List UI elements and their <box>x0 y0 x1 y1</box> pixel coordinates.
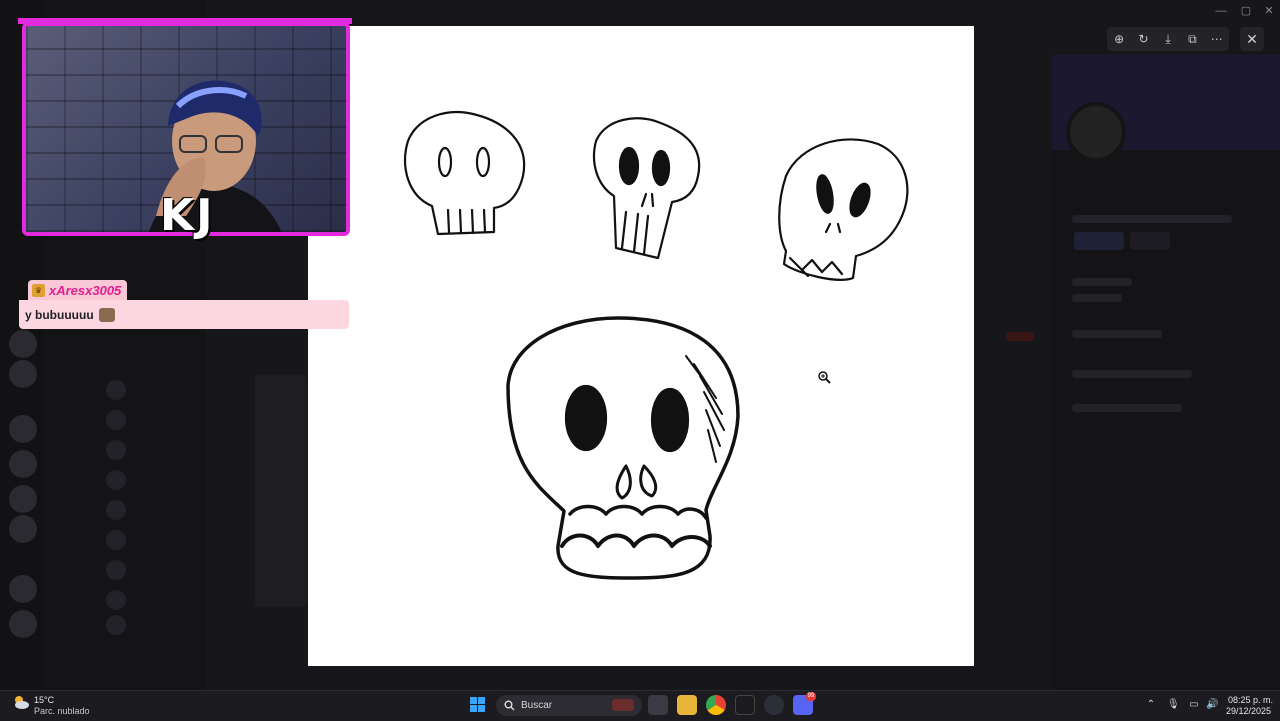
folder-icon[interactable] <box>677 695 697 715</box>
server-icon[interactable] <box>9 415 37 443</box>
taskbar-search[interactable]: Buscar <box>496 695 642 716</box>
search-icon <box>504 700 515 711</box>
crown-badge-icon: ♛ <box>32 283 45 297</box>
weather-temperature[interactable]: 15°C <box>34 695 54 705</box>
server-icon[interactable] <box>9 610 37 638</box>
skull-sketch-3 <box>778 138 909 281</box>
chat-username: xAresx3005 <box>49 282 122 298</box>
skull-drawing-image <box>404 111 909 580</box>
dm-avatar[interactable] <box>106 410 126 430</box>
viewer-toolbar: ⊕ ↻ ⤓ ⧉ ⋯ <box>1107 27 1229 51</box>
profile-text <box>1072 294 1122 302</box>
discord-icon[interactable]: 99 <box>793 692 816 715</box>
profile-text <box>1072 404 1182 412</box>
clock-time[interactable]: 08:25 p. m. <box>1228 695 1273 705</box>
volume-icon[interactable]: 🔊 <box>1206 699 1218 711</box>
dm-avatar[interactable] <box>106 500 126 520</box>
emote-icon <box>98 307 115 322</box>
minimize-icon[interactable]: — <box>1214 4 1228 18</box>
chat-message: y bubuuuuu <box>19 300 349 329</box>
dm-avatar[interactable] <box>106 380 126 400</box>
streamer-initials: KJ <box>160 190 215 241</box>
server-icon[interactable] <box>9 575 37 603</box>
image-viewer[interactable] <box>308 26 974 666</box>
microphone-icon[interactable]: 🎙 <box>1167 699 1180 711</box>
profile-action-button[interactable] <box>1074 232 1124 250</box>
profile-avatar <box>1066 102 1126 162</box>
more-icon[interactable]: ⋯ <box>1207 29 1227 49</box>
close-icon[interactable]: ✕ <box>1240 27 1264 51</box>
zoom-cursor-icon <box>818 371 831 384</box>
notification-pill <box>1006 332 1034 341</box>
open-external-icon[interactable]: ⧉ <box>1182 29 1202 49</box>
window-close-icon[interactable]: ✕ <box>1262 4 1276 18</box>
maximize-icon[interactable]: ▢ <box>1239 4 1253 18</box>
terminal-icon[interactable] <box>735 695 755 715</box>
clock-date[interactable]: 29/12/2025 <box>1226 706 1271 716</box>
server-icon[interactable] <box>9 515 37 543</box>
start-icon[interactable] <box>470 697 486 713</box>
download-icon[interactable]: ⤓ <box>1158 29 1178 49</box>
dm-avatar[interactable] <box>106 470 126 490</box>
chrome-icon[interactable] <box>706 695 726 715</box>
profile-text <box>1072 330 1162 338</box>
zoom-in-icon[interactable]: ⊕ <box>1109 29 1129 49</box>
profile-text <box>1072 370 1192 378</box>
profile-text <box>1072 215 1232 223</box>
search-highlight-icon <box>612 699 634 711</box>
weather-cloud-icon[interactable] <box>12 694 30 710</box>
dm-avatar[interactable] <box>106 440 126 460</box>
dm-avatar[interactable] <box>106 560 126 580</box>
steam-icon[interactable] <box>764 695 784 715</box>
server-icon[interactable] <box>9 485 37 513</box>
dm-avatar[interactable] <box>106 615 126 635</box>
search-placeholder: Buscar <box>521 700 553 711</box>
file-explorer-icon[interactable] <box>648 695 668 715</box>
chat-username-tag: ♛ xAresx3005 <box>28 280 128 300</box>
profile-text <box>1072 278 1132 286</box>
dm-avatar[interactable] <box>106 530 126 550</box>
skull-sketch-1 <box>404 111 526 236</box>
network-icon[interactable]: ▭ <box>1188 699 1200 711</box>
dm-avatar[interactable] <box>106 590 126 610</box>
chevron-up-icon[interactable]: ⌃ <box>1145 699 1157 711</box>
server-icon[interactable] <box>9 360 37 388</box>
chat-message-text: y bubuuuuu <box>25 307 94 322</box>
server-icon[interactable] <box>9 330 37 358</box>
discord-notification-badge: 99 <box>806 692 816 701</box>
profile-action-button[interactable] <box>1130 232 1170 250</box>
server-icon[interactable] <box>9 450 37 478</box>
chat-attachment-preview <box>255 375 307 607</box>
weather-description[interactable]: Parc. nublado <box>34 706 90 716</box>
rotate-icon[interactable]: ↻ <box>1134 29 1154 49</box>
